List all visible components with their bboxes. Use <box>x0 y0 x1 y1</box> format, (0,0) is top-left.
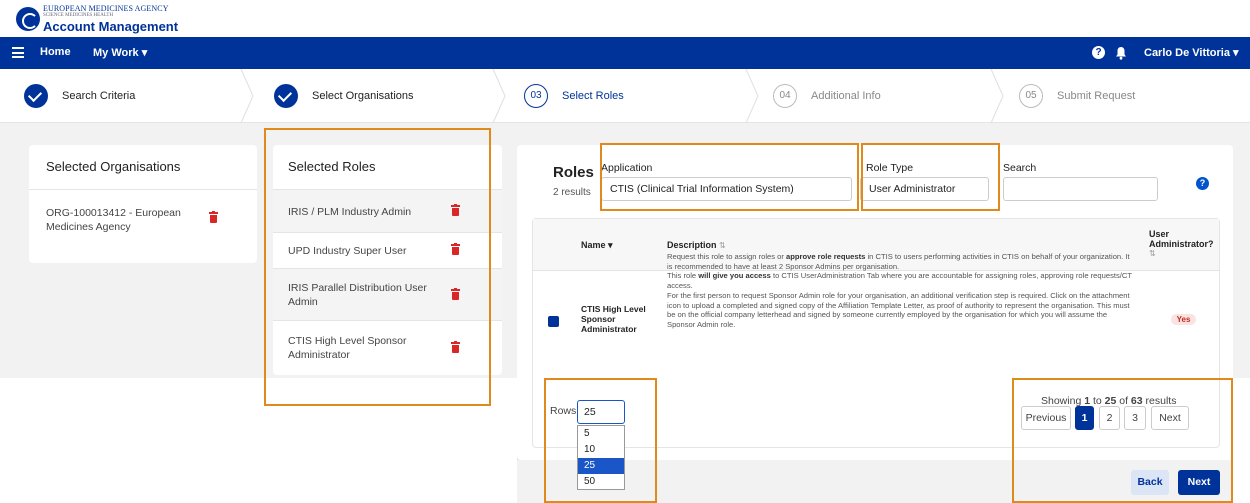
delete-trash-icon[interactable] <box>451 341 460 353</box>
agency-name: EUROPEAN MEDICINES AGENCY <box>43 4 169 13</box>
step-select-organisations[interactable]: Select Organisations <box>274 69 414 123</box>
step-separator-chevron <box>990 69 1004 123</box>
rows-label: Rows <box>550 405 577 417</box>
row-checkbox[interactable] <box>548 316 559 327</box>
column-header-name[interactable]: Name ▾ <box>581 240 613 251</box>
search-input[interactable] <box>1003 177 1158 201</box>
role-name-cell: CTIS High Level Sponsor Administrator <box>581 304 646 334</box>
step-number: 05 <box>1019 84 1043 108</box>
user-admin-badge: Yes <box>1171 314 1196 325</box>
wizard-stepper: Search Criteria Select Organisations 03 … <box>0 69 1250 123</box>
roles-heading: Roles <box>553 164 594 181</box>
page-2-button[interactable]: 2 <box>1099 406 1120 430</box>
sort-icon: ⇅ <box>1149 249 1156 258</box>
role-name: CTIS High Level Sponsor Administrator <box>288 335 407 361</box>
selected-role-item: CTIS High Level Sponsor Administrator <box>273 320 502 372</box>
next-button[interactable]: Next <box>1178 470 1220 495</box>
column-header-label: User <box>1149 229 1170 239</box>
card-title: Selected Roles <box>288 159 376 174</box>
nav-home-link[interactable]: Home <box>40 46 71 58</box>
step-label: Additional Info <box>811 90 881 102</box>
role-type-select[interactable]: User Administrator <box>860 177 989 201</box>
step-additional-info[interactable]: 04 Additional Info <box>773 69 881 123</box>
card-title: Selected Organisations <box>46 159 181 174</box>
delete-trash-icon[interactable] <box>451 243 460 255</box>
nav-my-work-menu[interactable]: My Work ▾ <box>93 46 147 59</box>
role-type-label: Role Type <box>866 162 914 174</box>
top-navbar: Home My Work ▾ ? Carlo De Vittoria ▾ <box>0 37 1250 69</box>
bell-icon[interactable] <box>1115 46 1127 60</box>
description-bold: approve role requests <box>786 252 866 261</box>
delete-trash-icon[interactable] <box>209 211 218 223</box>
description-bold: will give you access <box>698 271 771 281</box>
rows-option[interactable]: 10 <box>578 442 624 458</box>
logo-bar: EUROPEAN MEDICINES AGENCY SCIENCE MEDICI… <box>0 0 1250 37</box>
step-label: Select Organisations <box>312 90 414 102</box>
rows-option[interactable]: 50 <box>578 474 624 490</box>
hamburger-menu-icon[interactable] <box>12 47 24 58</box>
column-header-label: Description <box>667 240 717 250</box>
step-separator-chevron <box>745 69 759 123</box>
step-separator-chevron <box>492 69 506 123</box>
rows-option[interactable]: 5 <box>578 426 624 442</box>
help-icon[interactable]: ? <box>1092 46 1105 59</box>
application-label: Application <box>601 162 653 174</box>
role-name: UPD Industry Super User <box>288 245 407 257</box>
column-header-user-admin[interactable]: User Administrator? ⇅ <box>1149 229 1214 259</box>
step-select-roles[interactable]: 03 Select Roles <box>524 69 624 123</box>
selected-organisation-item: ORG-100013412 - European Medicines Agenc… <box>46 207 181 233</box>
previous-page-button[interactable]: Previous <box>1021 406 1071 430</box>
step-label: Search Criteria <box>62 90 136 102</box>
rows-per-page-select[interactable]: 25 <box>577 400 625 424</box>
agency-tagline: SCIENCE MEDICINES HEALTH <box>43 13 114 18</box>
page-1-button[interactable]: 1 <box>1075 406 1094 430</box>
rows-option-selected[interactable]: 25 <box>578 458 624 474</box>
description-text: This role <box>667 271 699 281</box>
app-title: Account Management <box>43 19 179 34</box>
selected-role-item: UPD Industry Super User <box>273 232 502 268</box>
application-select[interactable]: CTIS (Clinical Trial Information System) <box>601 177 852 201</box>
step-submit-request[interactable]: 05 Submit Request <box>1019 69 1135 123</box>
selected-roles-card: Selected Roles IRIS / PLM Industry Admin… <box>273 145 502 375</box>
description-text: For the first person to request Sponsor … <box>667 290 1130 329</box>
check-circle-icon <box>24 84 48 108</box>
back-button[interactable]: Back <box>1131 470 1169 495</box>
divider <box>29 189 257 190</box>
user-menu[interactable]: Carlo De Vittoria ▾ <box>1144 46 1239 59</box>
selected-role-item: IRIS / PLM Industry Admin <box>273 189 502 232</box>
help-icon[interactable]: ? <box>1196 177 1209 190</box>
page-3-button[interactable]: 3 <box>1124 406 1146 430</box>
next-page-button[interactable]: Next <box>1151 406 1189 430</box>
description-text: Request this role to assign roles or <box>667 252 787 261</box>
step-label: Select Roles <box>562 90 624 102</box>
column-header-description[interactable]: Description ⇅ <box>667 240 726 250</box>
role-description-cell: Request this role to assign roles or app… <box>667 252 1135 330</box>
selected-organisations-card: Selected Organisations ORG-100013412 - E… <box>29 145 257 263</box>
step-label: Submit Request <box>1057 90 1136 102</box>
role-name: IRIS Parallel Distribution User Admin <box>288 282 427 308</box>
step-separator-chevron <box>240 69 254 123</box>
delete-trash-icon[interactable] <box>451 288 460 300</box>
check-circle-icon <box>274 84 298 108</box>
rows-per-page-dropdown: 5 10 25 50 <box>577 425 625 490</box>
column-header-label: Administrator? <box>1149 239 1214 249</box>
delete-trash-icon[interactable] <box>451 204 460 216</box>
sort-icon: ⇅ <box>719 241 726 250</box>
selected-role-item: IRIS Parallel Distribution User Admin <box>273 268 502 320</box>
role-name: IRIS / PLM Industry Admin <box>288 206 412 218</box>
step-number: 04 <box>773 84 797 108</box>
step-number: 03 <box>524 84 548 108</box>
ema-logo-icon <box>16 7 40 31</box>
step-search-criteria[interactable]: Search Criteria <box>24 69 135 123</box>
search-label: Search <box>1003 162 1037 174</box>
roles-result-count: 2 results <box>553 187 591 198</box>
